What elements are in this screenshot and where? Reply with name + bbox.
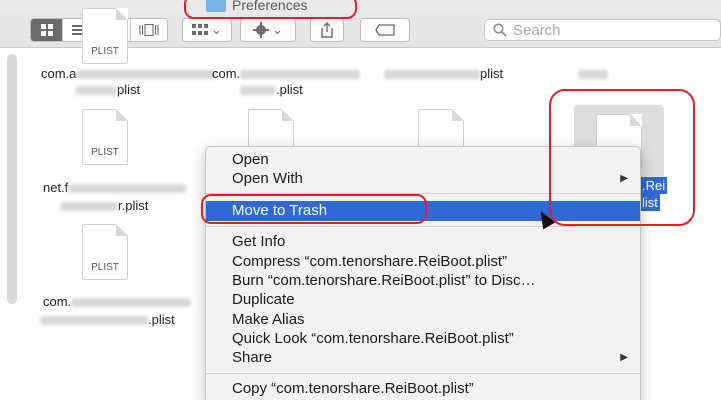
tag-icon [375,24,395,36]
file-icon[interactable]: PLIST [82,8,128,64]
file-name[interactable]: .plist [240,82,303,97]
search-icon [493,23,507,37]
search-input[interactable] [513,21,693,39]
file-name[interactable]: com.a [41,66,217,81]
share-button[interactable] [310,18,344,42]
file-type-tag: PLIST [91,46,119,57]
vertical-scrollbar[interactable] [7,54,17,304]
annotation-title-highlight [184,0,357,19]
cover-flow-button[interactable] [131,19,167,41]
file-name[interactable] [578,66,608,81]
gear-icon [253,22,270,38]
search-field[interactable] [484,19,721,41]
menu-item-compress[interactable]: Compress “com.tenorshare.ReiBoot.plist” [206,252,640,272]
grid-icon [40,24,53,36]
file-icon[interactable]: PLIST [82,224,128,280]
file-name[interactable]: plist [384,66,503,81]
menu-item-burn-to-disc[interactable]: Burn “com.tenorshare.ReiBoot.plist” to D… [206,271,640,291]
file-name[interactable]: .plist [40,312,175,327]
icon-view-button[interactable] [31,19,63,41]
chevron-down-icon: ⌄ [272,22,283,37]
file-name[interactable]: com. [212,66,361,81]
action-button[interactable]: ⌄ [240,18,296,42]
chevron-down-icon: ⌄ [211,22,222,37]
file-type-tag: PLIST [91,147,119,158]
menu-item-copy[interactable]: Copy “com.tenorshare.ReiBoot.plist” [206,379,640,399]
tags-button[interactable] [360,18,410,42]
file-type-tag: PLIST [91,262,119,273]
cover-flow-icon [139,24,159,36]
file-name[interactable]: net.f [43,180,187,195]
file-icon[interactable]: PLIST [82,109,128,165]
submenu-arrow-icon: ▶ [620,352,628,363]
menu-separator [206,373,640,374]
menu-item-quick-look[interactable]: Quick Look “com.tenorshare.ReiBoot.plist… [206,329,640,349]
menu-item-get-info[interactable]: Get Info [206,232,640,252]
file-name[interactable]: plist [75,82,140,97]
menu-item-share[interactable]: Share ▶ [206,348,640,368]
arrange-button[interactable]: ⌄ [182,18,232,42]
share-icon [321,22,333,38]
menu-separator [206,226,640,227]
menu-item-make-alias[interactable]: Make Alias [206,310,640,330]
menu-item-duplicate[interactable]: Duplicate [206,290,640,310]
annotation-move-to-trash-highlight [201,194,427,224]
file-name[interactable]: com. [43,294,192,309]
arrange-grid-icon [192,24,209,35]
file-name[interactable]: r.plist [60,198,148,213]
annotation-selected-file-highlight [549,89,695,226]
